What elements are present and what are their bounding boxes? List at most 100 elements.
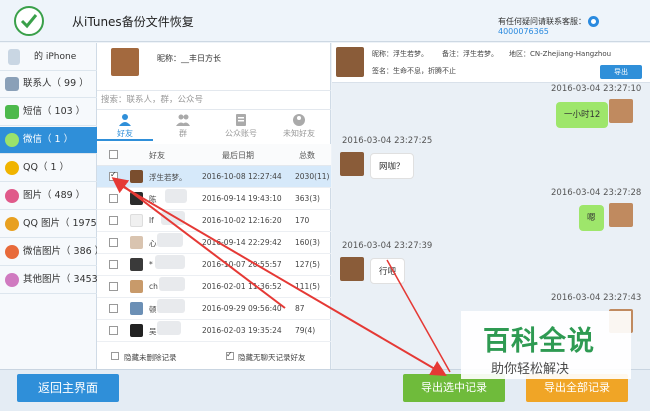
friend-name: 顿 (149, 305, 157, 314)
device-name[interactable]: 的 iPhone (0, 43, 97, 71)
sidebar-item-label: QQ（ 1 ） (23, 162, 70, 173)
contact-avatar (340, 257, 364, 281)
row-checkbox[interactable] (109, 304, 118, 313)
search-input[interactable]: 搜索：联系人，群，公众号 (97, 90, 331, 110)
sidebar-item-label: 图片（ 489 ） (23, 190, 86, 201)
table-row[interactable]: ch 2016-02-01 11:36:52 111(5) (97, 276, 331, 298)
table-row[interactable]: 顿 2016-09-29 09:56:40 87 (97, 298, 331, 320)
friend-name: ch (149, 282, 158, 291)
row-checkbox[interactable] (109, 326, 118, 335)
message-timestamp: 2016-03-04 23:27:43 (551, 293, 642, 303)
app-logo (14, 6, 44, 36)
qq-icon (5, 161, 19, 175)
message-bubble-received: 行吧 (370, 258, 406, 284)
contact-avatar (340, 152, 364, 176)
contacts-icon (5, 77, 19, 91)
table-row[interactable]: 浮生若梦。 2016-10-08 12:27:44 2030(11) (97, 166, 331, 188)
table-row[interactable]: 陈 2016-09-14 19:43:10 363(3) (97, 188, 331, 210)
sidebar-item-qq-photos[interactable]: QQ 图片（ 1975 ） (0, 211, 109, 238)
hide-deleted-checkbox[interactable] (111, 352, 119, 360)
tab-label: 未知好友 (283, 129, 315, 138)
tab-unknown-friends[interactable]: 未知好友 (271, 111, 327, 141)
tab-label: 公众账号 (225, 129, 257, 138)
last-date: 2016-10-02 12:16:20 (202, 216, 282, 225)
friend-avatar (130, 170, 143, 183)
tab-friends[interactable]: 好友 (97, 111, 153, 141)
my-avatar (609, 203, 633, 227)
message-timestamp: 2016-03-04 23:27:25 (342, 136, 433, 146)
watermark-subtitle: 助你轻松解决 (491, 362, 570, 377)
watermark: 百科全说 助你轻松解决 (461, 311, 631, 379)
table-row[interactable]: 心 2016-09-14 22:29:42 160(3) (97, 232, 331, 254)
table-row[interactable]: 吴 2016-02-03 19:35:24 79(4) (97, 320, 331, 342)
export-chat-button[interactable]: 导出 (600, 65, 642, 79)
chat-signature: 签名：生命不息，折腾不止 (372, 67, 456, 75)
tab-official-accounts[interactable]: 公众账号 (213, 111, 269, 141)
sidebar-item-qq[interactable]: QQ（ 1 ） (0, 155, 97, 182)
tab-groups[interactable]: 群 (155, 111, 211, 141)
row-checkbox[interactable] (109, 194, 118, 203)
message-bubble-sent: 一小时12 (556, 102, 609, 128)
qq-chat-icon[interactable] (588, 16, 599, 27)
column-header-friend[interactable]: 好友 (149, 150, 165, 161)
privacy-blur (155, 255, 185, 269)
sidebar-item-wechat[interactable]: 微信（ 1 ） (0, 127, 97, 154)
sidebar: 的 iPhone 联系人（ 99 ） 短信（ 103 ） 微信（ 1 ） QQ（… (0, 43, 110, 369)
help-contact: 有任何疑问请联系客服：4000076365 (498, 16, 650, 36)
message-count: 87 (295, 304, 305, 313)
column-header-total[interactable]: 总数 (299, 150, 315, 161)
device-label: 的 iPhone (34, 52, 77, 62)
phone-icon (8, 49, 20, 65)
group-icon (176, 114, 190, 126)
privacy-blur (161, 211, 185, 225)
friend-name: lf (149, 216, 154, 225)
friend-avatar (130, 324, 143, 337)
sidebar-item-contacts[interactable]: 联系人（ 99 ） (0, 71, 97, 98)
back-to-main-button[interactable]: 返回主界面 (17, 374, 119, 402)
chat-nickname: 昵称：浮生若梦。 (372, 50, 428, 58)
message-timestamp: 2016-03-04 23:27:28 (551, 188, 642, 198)
sidebar-item-other-photos[interactable]: 其他图片（ 3453 ） (0, 267, 110, 294)
friend-name: 浮生若梦。 (149, 173, 187, 182)
official-account-icon (236, 114, 246, 126)
column-header-last-date[interactable]: 最后日期 (222, 150, 254, 161)
chat-note: 备注：浮生若梦。 (442, 50, 498, 58)
last-date: 2016-09-29 09:56:40 (202, 304, 282, 313)
friend-avatar (130, 192, 143, 205)
row-checkbox[interactable] (109, 216, 118, 225)
friend-avatar (130, 214, 143, 227)
message-count: 111(5) (295, 282, 320, 291)
help-qq-number[interactable]: 4000076365 (498, 27, 549, 36)
table-row[interactable]: lf 2016-10-02 12:16:20 170 (97, 210, 331, 232)
sidebar-item-label: 微信图片（ 386 ） (23, 246, 105, 257)
row-checkbox[interactable] (109, 282, 118, 291)
row-checkbox[interactable] (109, 170, 118, 181)
chat-region: 地区：CN-Zhejiang-Hangzhou (509, 50, 612, 58)
message-count: 79(4) (295, 326, 316, 335)
row-checkbox[interactable] (109, 260, 118, 269)
friend-avatar (130, 280, 143, 293)
message-count: 2030(11) (295, 172, 330, 181)
contact-panel: 昵称：__丰日方长 搜索：联系人，群，公众号 好友 群 公众账号 未知好友 好友… (97, 43, 331, 369)
photos-icon (5, 189, 19, 203)
filter-options: 隐藏未删除记录 ✓ 隐藏无聊天记录好友 (97, 346, 331, 368)
other-photos-icon (5, 273, 19, 287)
sidebar-item-sms[interactable]: 短信（ 103 ） (0, 99, 97, 126)
last-date: 2016-09-14 19:43:10 (202, 194, 282, 203)
sidebar-item-wechat-photos[interactable]: 微信图片（ 386 ） (0, 239, 104, 266)
privacy-blur (157, 299, 185, 313)
watermark-title: 百科全说 (483, 326, 595, 357)
privacy-blur (157, 233, 183, 247)
friend-avatar (130, 302, 143, 315)
table-header: 好友 最后日期 总数 (97, 144, 331, 166)
sidebar-item-photos[interactable]: 图片（ 489 ） (0, 183, 97, 210)
wechat-photos-icon (5, 245, 19, 259)
sidebar-item-label: 微信（ 1 ） (23, 134, 74, 145)
message-timestamp: 2016-03-04 23:27:39 (342, 241, 433, 251)
table-row[interactable]: * 2016-10-07 20:55:57 127(5) (97, 254, 331, 276)
chat-header: 昵称：浮生若梦。 备注：浮生若梦。 地区：CN-Zhejiang-Hangzho… (332, 43, 650, 83)
select-all-checkbox[interactable] (109, 150, 118, 159)
row-checkbox[interactable] (109, 238, 118, 247)
message-count: 160(3) (295, 238, 320, 247)
friend-name: 陈 (149, 195, 157, 204)
